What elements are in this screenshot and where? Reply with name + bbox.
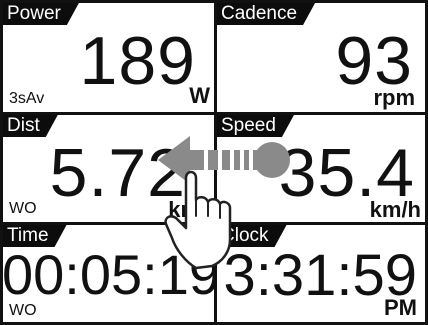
device-screen[interactable]: Power 189 W 3sAv Cadence 93 rpm Dist 5.7… [0, 0, 428, 325]
swipe-arrow-icon [158, 136, 290, 184]
hand-icon [164, 170, 232, 270]
swipe-left-hand-icon [158, 136, 290, 270]
